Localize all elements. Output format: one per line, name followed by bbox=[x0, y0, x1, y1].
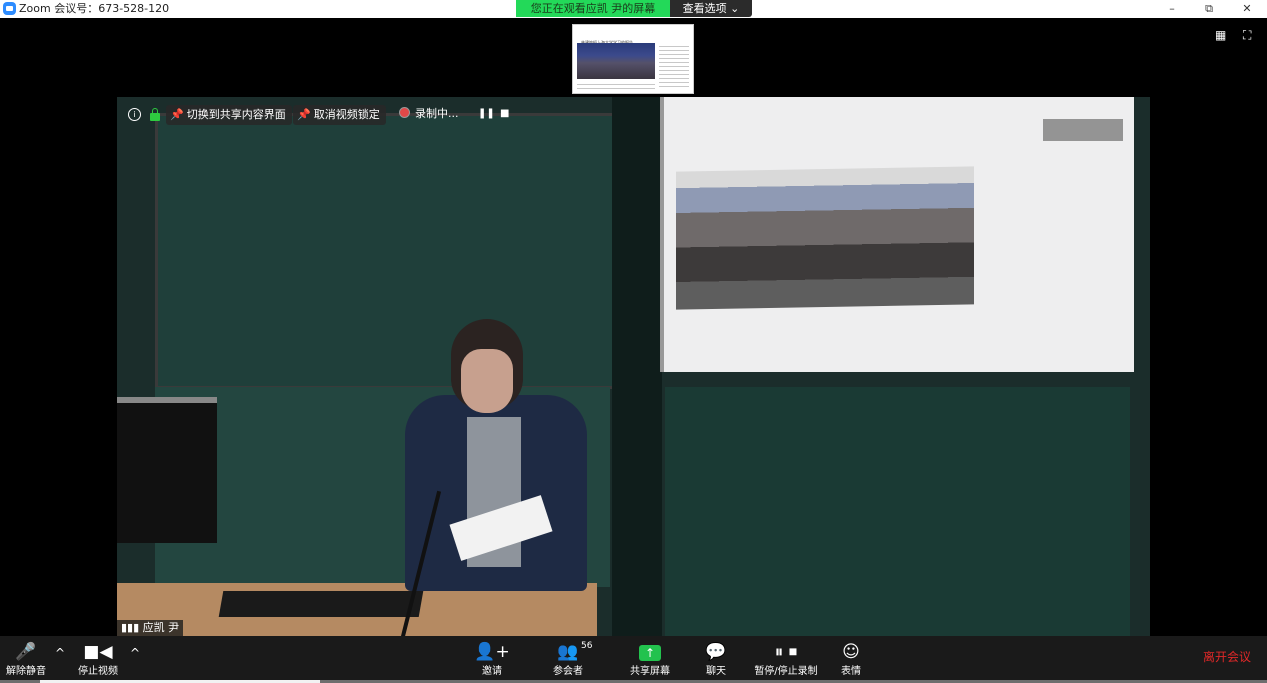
unlock-video-label: 取消视频锁定 bbox=[313, 108, 380, 121]
view-options-button[interactable]: 查看选项 ⌄ bbox=[670, 0, 752, 17]
participants-button[interactable]: 👥 56 参会者 bbox=[543, 636, 593, 683]
invite-label: 邀请 bbox=[482, 666, 502, 677]
chat-label: 聊天 bbox=[706, 666, 726, 677]
blackboard-right bbox=[665, 387, 1130, 636]
wall-divider bbox=[612, 97, 662, 636]
projected-logo bbox=[1043, 119, 1123, 141]
record-dot-icon bbox=[399, 107, 410, 118]
zoom-logo-icon bbox=[3, 2, 16, 15]
fullscreen-icon[interactable]: ⛶ bbox=[1243, 28, 1251, 43]
mic-muted-icon: 🎤 bbox=[15, 642, 37, 662]
projected-photo bbox=[676, 166, 974, 310]
recording-indicator: 录制中... bbox=[399, 106, 459, 122]
signal-icon: ▮▮▮ bbox=[121, 621, 140, 634]
video-options-chevron-icon[interactable]: ^ bbox=[130, 646, 140, 660]
leave-meeting-button[interactable]: 离开会议 bbox=[1203, 648, 1251, 665]
stop-video-button[interactable]: ■◀ 停止视频 bbox=[74, 636, 122, 683]
participant-name: 应凯 尹 bbox=[142, 621, 180, 634]
lock-icon[interactable] bbox=[150, 108, 160, 121]
invite-button[interactable]: 👤+ 邀请 bbox=[472, 636, 512, 683]
projection-screen bbox=[660, 97, 1134, 372]
pause-stop-icon: ⏸ ⏹ bbox=[752, 642, 820, 662]
participants-label: 参会者 bbox=[553, 666, 583, 677]
window-title: Zoom 会议号：673-528-120 bbox=[19, 2, 170, 15]
chat-button[interactable]: 💬 聊天 bbox=[696, 636, 736, 683]
reaction-icon: ☺ bbox=[842, 642, 860, 662]
speaker-face bbox=[461, 349, 513, 413]
blackboard-left bbox=[155, 113, 616, 389]
unlock-video-button[interactable]: 📌 取消视频锁定 bbox=[293, 105, 386, 125]
meeting-toolbar: 🎤 解除静音 ^ ■◀ 停止视频 ^ 👤+ 邀请 👥 56 参会者 ↑ 共享屏幕… bbox=[0, 636, 1267, 683]
reactions-label: 表情 bbox=[841, 666, 861, 677]
viewing-share-banner: 您正在观看应凯 尹的屏幕 bbox=[516, 0, 670, 17]
reactions-button[interactable]: ☺ 表情 bbox=[836, 636, 866, 683]
share-screen-button[interactable]: ↑ 共享屏幕 bbox=[626, 636, 674, 683]
camera-icon: ■◀ bbox=[83, 642, 113, 662]
recording-label: 录制中... bbox=[415, 107, 459, 120]
participant-name-tag: ▮▮▮ 应凯 尹 bbox=[117, 620, 184, 636]
audio-options-chevron-icon[interactable]: ^ bbox=[55, 646, 65, 660]
close-button[interactable]: ✕ bbox=[1229, 0, 1265, 18]
stop-video-label: 停止视频 bbox=[78, 666, 118, 677]
keyboard bbox=[218, 591, 424, 617]
switch-to-share-button[interactable]: 📌 切换到共享内容界面 bbox=[166, 105, 292, 125]
chat-icon: 💬 bbox=[705, 642, 727, 662]
active-speaker-video bbox=[117, 97, 1150, 636]
unmute-label: 解除静音 bbox=[6, 666, 46, 677]
shared-screen-thumbnail[interactable]: 林建筑桓上海大学学习的报告 bbox=[572, 24, 694, 94]
computer-monitor bbox=[117, 397, 217, 543]
pin-icon: 📌 bbox=[297, 108, 311, 121]
restore-button[interactable]: ⧉ bbox=[1191, 0, 1227, 18]
layout-icon[interactable]: ▦ bbox=[1215, 28, 1226, 42]
stop-recording-icon[interactable]: ■ bbox=[500, 106, 509, 122]
minimize-button[interactable]: – bbox=[1154, 0, 1190, 18]
pause-stop-record-label: 暂停/停止录制 bbox=[754, 666, 818, 677]
unmute-button[interactable]: 🎤 解除静音 bbox=[2, 636, 50, 683]
share-icon: ↑ bbox=[626, 642, 674, 662]
thumbnail-photo bbox=[577, 43, 655, 79]
pause-stop-record-button[interactable]: ⏸ ⏹ 暂停/停止录制 bbox=[752, 636, 820, 683]
thumbnail-text-lines bbox=[659, 43, 689, 87]
participants-count: 56 bbox=[581, 641, 593, 651]
switch-to-share-label: 切换到共享内容界面 bbox=[186, 108, 286, 121]
stop-icon: ⏹ bbox=[788, 642, 798, 662]
thumbnail-caption-lines bbox=[577, 81, 655, 89]
share-screen-label: 共享屏幕 bbox=[630, 666, 670, 677]
thumbnail-header: 林建筑桓上海大学学习的报告 bbox=[581, 29, 685, 45]
info-icon[interactable]: i bbox=[128, 108, 141, 121]
add-user-icon: 👤+ bbox=[474, 642, 510, 662]
pause-icon: ⏸ bbox=[774, 642, 784, 662]
pin-icon: 📌 bbox=[170, 108, 184, 121]
pause-recording-icon[interactable]: ❚❚ bbox=[478, 106, 495, 122]
